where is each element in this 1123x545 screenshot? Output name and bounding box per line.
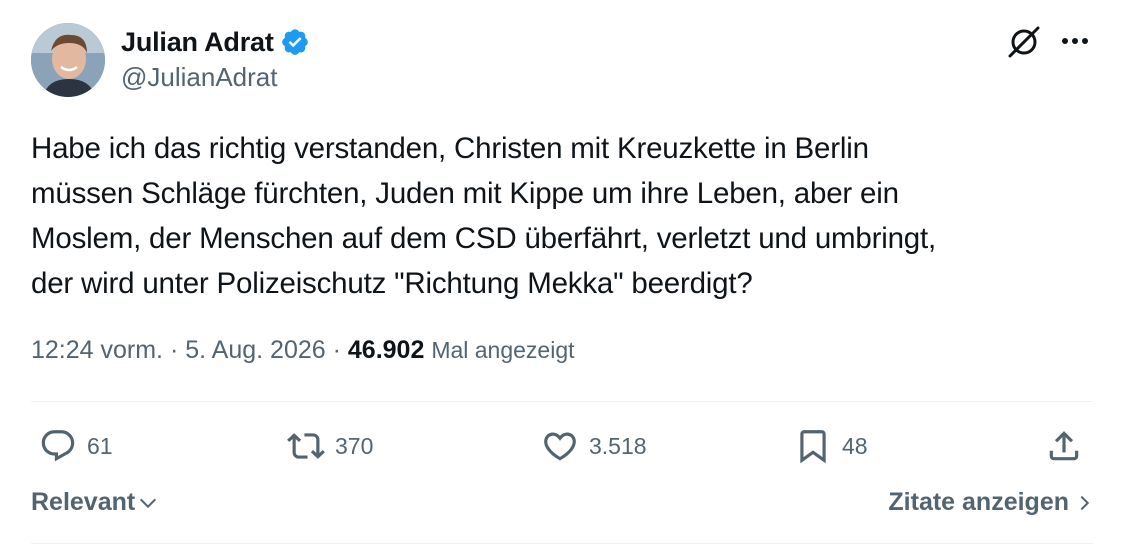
- avatar[interactable]: [31, 23, 105, 97]
- like-count: 3.518: [589, 432, 647, 459]
- avatar-image: [31, 23, 105, 97]
- sort-dropdown[interactable]: Relevant: [31, 488, 159, 517]
- view-quotes-link[interactable]: Zitate anzeigen: [888, 488, 1093, 517]
- tweet-meta: 12:24 vorm. · 5. Aug. 2026 · 46.902 Mal …: [31, 336, 575, 365]
- verified-badge-icon[interactable]: [280, 27, 310, 57]
- divider: [31, 401, 1093, 402]
- meta-separator: ·: [332, 336, 341, 364]
- views-label: Mal angezeigt: [431, 337, 575, 363]
- grok-icon[interactable]: [1006, 24, 1042, 60]
- bookmark-count: 48: [842, 432, 868, 459]
- bookmark-icon: [800, 430, 826, 464]
- meta-separator: ·: [169, 336, 179, 364]
- heart-icon: [544, 432, 576, 461]
- tweet-date[interactable]: 5. Aug. 2026: [185, 336, 325, 364]
- action-bar: 61 370 3.518 48: [31, 422, 1093, 470]
- share-icon: [1049, 431, 1079, 461]
- more-options-icon[interactable]: [1057, 26, 1093, 56]
- repost-button[interactable]: 370: [287, 422, 373, 470]
- reply-button[interactable]: 61: [39, 422, 113, 470]
- share-button[interactable]: [1045, 422, 1083, 470]
- author-handle[interactable]: @JulianAdrat: [121, 62, 277, 93]
- replies-footer: Relevant Zitate anzeigen: [31, 488, 1093, 524]
- author-display-name[interactable]: Julian Adrat: [121, 27, 274, 58]
- chevron-right-icon: [1080, 495, 1090, 510]
- reply-icon: [41, 430, 75, 462]
- quotes-label: Zitate anzeigen: [888, 488, 1069, 516]
- tweet-text: Habe ich das richtig verstanden, Christe…: [31, 132, 936, 300]
- repost-count: 370: [335, 432, 374, 459]
- tweet-time[interactable]: 12:24 vorm.: [31, 336, 163, 364]
- bookmark-button[interactable]: 48: [794, 422, 868, 470]
- divider: [31, 543, 1093, 544]
- views-count: 46.902: [347, 336, 425, 364]
- author-name-row[interactable]: Julian Adrat: [121, 24, 310, 60]
- repost-icon: [287, 433, 325, 459]
- sort-label: Relevant: [31, 488, 136, 516]
- reply-count: 61: [87, 432, 113, 459]
- like-button[interactable]: 3.518: [541, 422, 647, 470]
- chevron-down-icon: [140, 498, 157, 508]
